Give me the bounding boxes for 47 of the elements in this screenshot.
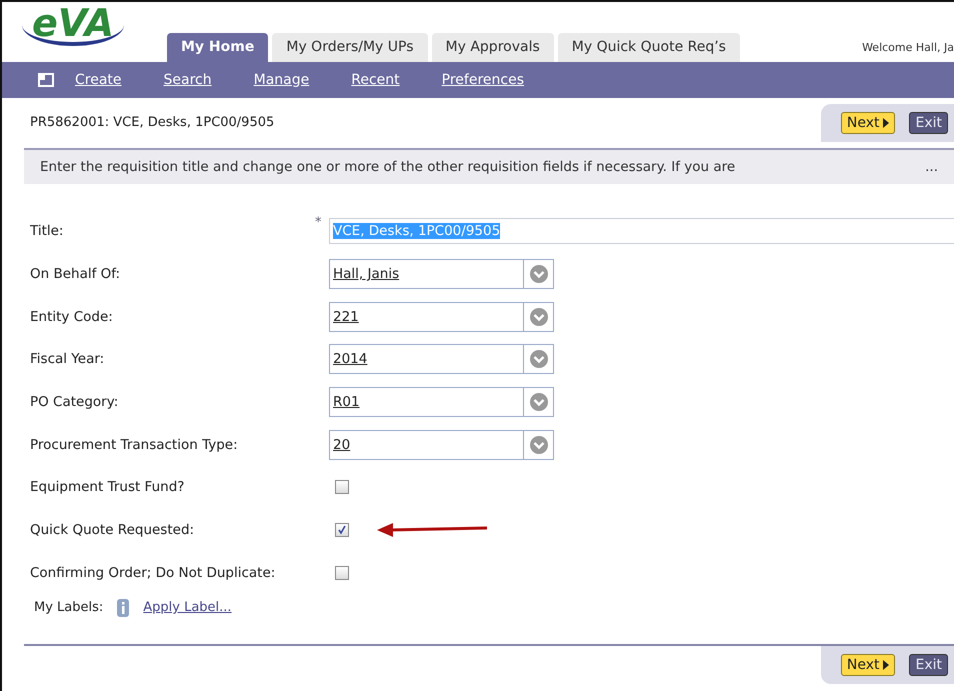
tab[interactable]: My Orders/My UPs bbox=[272, 33, 428, 62]
field-label: PO Category: bbox=[30, 392, 120, 412]
checkbox[interactable] bbox=[335, 480, 349, 494]
dropdown-field[interactable]: 2014 bbox=[329, 344, 554, 374]
field-label: Procurement Transaction Type: bbox=[30, 436, 239, 455]
tab[interactable]: My Approvals bbox=[432, 33, 554, 62]
menu-item[interactable]: Preferences bbox=[420, 70, 545, 90]
menu-item[interactable]: Search bbox=[142, 70, 233, 90]
field-label: Equipment Trust Fund? bbox=[30, 478, 186, 498]
dropdown-field[interactable]: 20 bbox=[329, 430, 554, 460]
more-link[interactable]: ... bbox=[925, 156, 938, 178]
page-title: PR5862001: VCE, Desks, 1PC00/9505 bbox=[29, 114, 274, 132]
triangle-right-icon bbox=[882, 118, 890, 128]
chevron-down-icon bbox=[528, 306, 548, 327]
checkbox[interactable] bbox=[335, 566, 349, 580]
chevron-down-icon bbox=[528, 434, 548, 455]
checkbox[interactable] bbox=[335, 523, 349, 538]
chevron-down-icon bbox=[528, 264, 548, 284]
field-label: Confirming Order; Do Not Duplicate: bbox=[30, 564, 276, 583]
labels-label: My Labels: bbox=[34, 599, 104, 618]
layout-icon bbox=[38, 73, 54, 87]
apply-label-link[interactable]: Apply Label... bbox=[143, 598, 232, 618]
logo: eVA bbox=[22, 4, 124, 46]
instruction-text: Enter the requisition title and change one or more of the other requisition fields if necessary. If you are bbox=[40, 158, 736, 177]
tab[interactable]: My Quick Quote Req’s bbox=[558, 33, 740, 62]
field-label: Fiscal Year: bbox=[30, 350, 106, 370]
field-label: Title: bbox=[30, 222, 64, 242]
field-label: Quick Quote Requested: bbox=[30, 521, 196, 540]
triangle-right-icon bbox=[882, 660, 890, 670]
field-label: On Behalf Of: bbox=[30, 264, 122, 284]
menu-item[interactable]: Create bbox=[54, 70, 143, 90]
menu-item[interactable]: Manage bbox=[232, 70, 330, 90]
next-button[interactable]: Next bbox=[840, 112, 896, 134]
exit-button[interactable]: Exit bbox=[909, 654, 948, 676]
next-button[interactable]: Next bbox=[840, 654, 896, 676]
menu-item[interactable]: Recent bbox=[330, 70, 421, 90]
info-icon bbox=[117, 598, 130, 617]
required-mark: * bbox=[315, 214, 322, 229]
welcome-text: Welcome Hall, Ja bbox=[862, 40, 954, 56]
dropdown-field[interactable]: 221 bbox=[329, 302, 554, 332]
field-label: Entity Code: bbox=[30, 308, 114, 327]
tab[interactable]: My Home bbox=[167, 33, 268, 62]
exit-button[interactable]: Exit bbox=[909, 112, 948, 134]
chevron-down-icon bbox=[528, 392, 548, 412]
dropdown-field[interactable]: Hall, Janis bbox=[329, 259, 554, 290]
chevron-down-icon bbox=[528, 349, 548, 370]
dropdown-field[interactable]: R01 bbox=[329, 387, 554, 418]
